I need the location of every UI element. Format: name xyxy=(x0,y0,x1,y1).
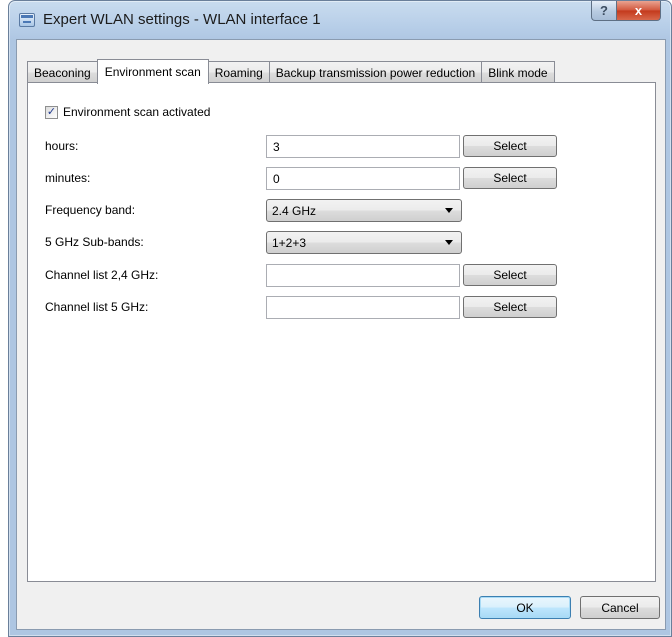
dialog-client-area: Beaconing Environment scan Roaming Backu… xyxy=(16,39,666,630)
channel-list-24-input[interactable] xyxy=(266,264,460,287)
minutes-input[interactable] xyxy=(266,167,460,190)
dropdown-arrow-icon xyxy=(445,240,453,245)
caption-buttons: ? x xyxy=(591,1,661,21)
window-title: Expert WLAN settings - WLAN interface 1 xyxy=(43,11,321,28)
frequency-band-value: 2.4 GHz xyxy=(272,203,317,218)
help-button[interactable]: ? xyxy=(591,1,617,21)
ok-button[interactable]: OK xyxy=(479,596,571,619)
environment-scan-activated-checkbox[interactable]: ✓ xyxy=(45,105,58,119)
close-button[interactable]: x xyxy=(617,1,661,21)
tab-backup-transmission-power-reduction[interactable]: Backup transmission power reduction xyxy=(268,61,483,83)
channel-list-24-select-button[interactable]: Select xyxy=(463,264,557,286)
environment-scan-activated-label: Environment scan activated xyxy=(63,105,211,119)
hours-input[interactable] xyxy=(266,135,460,158)
dropdown-arrow-icon xyxy=(445,208,453,213)
window-app-icon xyxy=(19,13,35,27)
dialog-window: Expert WLAN settings - WLAN interface 1 … xyxy=(8,0,672,637)
tab-environment-scan[interactable]: Environment scan xyxy=(96,59,209,84)
frequency-band-label: Frequency band: xyxy=(45,203,136,217)
environment-scan-panel: ✓ Environment scan activated hours: Sele… xyxy=(27,82,656,582)
environment-scan-activated-row[interactable]: ✓ Environment scan activated xyxy=(45,105,210,119)
tab-beaconing[interactable]: Beaconing xyxy=(27,61,98,83)
channel-list-5-select-button[interactable]: Select xyxy=(463,296,557,318)
channel-list-5-label: Channel list 5 GHz: xyxy=(45,300,149,314)
tab-strip: Beaconing Environment scan Roaming Backu… xyxy=(27,59,555,84)
cancel-button[interactable]: Cancel xyxy=(580,596,660,619)
title-bar[interactable]: Expert WLAN settings - WLAN interface 1 … xyxy=(9,1,671,39)
checkmark-icon: ✓ xyxy=(46,105,57,118)
subbands-dropdown[interactable]: 1+2+3 xyxy=(266,231,462,254)
help-icon: ? xyxy=(600,3,608,18)
tab-roaming[interactable]: Roaming xyxy=(207,61,270,83)
subbands-label: 5 GHz Sub-bands: xyxy=(45,235,144,249)
close-icon: x xyxy=(634,3,643,18)
tab-blink-mode[interactable]: Blink mode xyxy=(481,61,555,83)
hours-label: hours: xyxy=(45,139,79,153)
subbands-value: 1+2+3 xyxy=(272,235,307,250)
frequency-band-dropdown[interactable]: 2.4 GHz xyxy=(266,199,462,222)
minutes-select-button[interactable]: Select xyxy=(463,167,557,189)
channel-list-5-input[interactable] xyxy=(266,296,460,319)
hours-select-button[interactable]: Select xyxy=(463,135,557,157)
minutes-label: minutes: xyxy=(45,171,91,185)
channel-list-24-label: Channel list 2,4 GHz: xyxy=(45,268,159,282)
